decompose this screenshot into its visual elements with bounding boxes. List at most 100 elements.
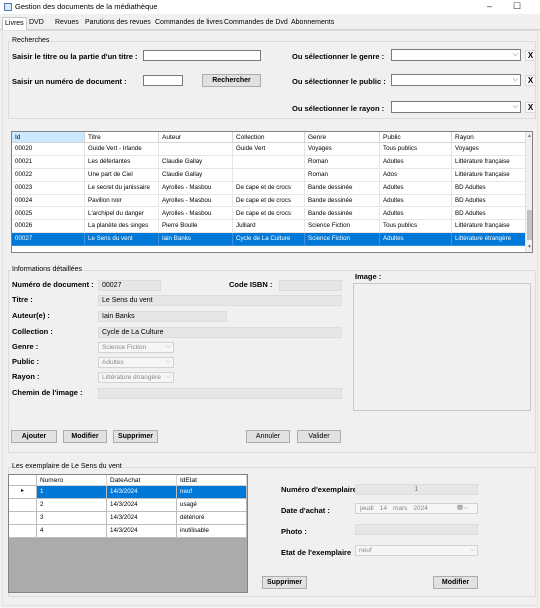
clear-public-button[interactable]: X [525,75,536,86]
cell-genre[interactable]: Bande dessinée [305,181,380,195]
cell-public[interactable]: Adultes [380,207,452,221]
valider-button[interactable]: Valider [297,430,341,443]
cell-titre[interactable]: La planète des singes [85,220,159,234]
cell-auteur[interactable] [159,143,233,156]
rayon-filter-select[interactable]: ⌵ [391,101,521,113]
cell-titre[interactable]: Le Sens du vent [85,233,159,247]
cell-collection[interactable]: De cape et de crocs [233,207,305,221]
cell-public[interactable]: Ados [380,168,452,182]
cell-titre[interactable]: Une part de Ciel [85,168,159,182]
tab-livres[interactable]: Livres [2,17,27,30]
cell-auteur[interactable]: Iain Banks [159,233,233,247]
cell-public[interactable]: Adultes [380,155,452,169]
cell-titre[interactable]: L'archipel du danger [85,207,159,221]
col-header-collection[interactable]: Collection [233,132,305,143]
tab-parutions[interactable]: Parutions des revues [83,17,153,30]
tab-commandes-livres[interactable]: Commandes de livres [153,17,225,30]
col-header-genre[interactable]: Genre [305,132,380,143]
exemplaire-cell-dateachat[interactable]: 14/3/2024 [107,486,177,499]
cell-collection[interactable]: De cape et de crocs [233,194,305,208]
cell-collection[interactable]: Cycle de La Culture [233,233,305,247]
exemplaire-cell-dateachat[interactable]: 14/3/2024 [107,525,177,538]
genre-filter-select[interactable]: ⌵ [391,49,521,61]
cell-genre[interactable]: Roman [305,155,380,169]
search-button[interactable]: Rechercher [202,74,261,87]
cell-id[interactable]: 00021 [12,155,85,169]
col-header-numero[interactable]: Numero [37,475,107,486]
cell-id[interactable]: 00020 [12,143,85,156]
cell-collection[interactable]: De cape et de crocs [233,181,305,195]
cell-id[interactable]: 00022 [12,168,85,182]
table-row[interactable]: 00021 Les déferlantes Claudie Gallay Roman A… [12,155,526,169]
table-row[interactable]: 00023 Le secret du janissaire Ayrolles - M… [12,181,526,195]
modifier-exemplaire-button[interactable]: Modifier [433,576,478,589]
cell-id[interactable]: 00027 [12,233,85,247]
public-filter-select[interactable]: ⌵ [391,74,521,86]
col-header-id[interactable]: Id [12,132,85,143]
table-row[interactable]: 00026 La planète des singes Pierre Boulle J… [12,220,526,234]
table-row[interactable]: 00027 Le Sens du vent Iain Banks Cycle de L… [12,233,526,247]
cell-collection[interactable] [233,155,305,169]
cell-genre[interactable]: Roman [305,168,380,182]
exemplaire-cell-numero[interactable]: 3 [37,512,107,525]
col-header-auteur[interactable]: Auteur [159,132,233,143]
cell-rayon[interactable]: Littérature française [452,168,526,182]
rayon-select[interactable]: Littérature étrangère ⌵ [98,372,174,383]
cell-titre[interactable]: Guide Vert - Irlande [85,143,159,156]
cell-rayon[interactable]: BD Adultes [452,181,526,195]
cell-auteur[interactable]: Ayrolles - Masbou [159,181,233,195]
exemplaire-cell-dateachat[interactable]: 14/3/2024 [107,512,177,525]
cell-auteur[interactable]: Claudie Gallay [159,168,233,182]
cell-id[interactable]: 00024 [12,194,85,208]
cell-public[interactable]: Adultes [380,233,452,247]
tab-dvd[interactable]: DVD [27,17,46,30]
cell-id[interactable]: 00026 [12,220,85,234]
exemplaire-cell-idetat[interactable]: inutilisable [177,525,247,538]
calendar-icon[interactable]: ▦⌵ [457,504,468,512]
scroll-thumb[interactable] [527,210,532,240]
date-achat-picker[interactable]: jeudi 14 mars 2024 ▦⌵ [355,503,478,514]
exemplaire-cell-numero[interactable]: 2 [37,499,107,512]
col-header-titre[interactable]: Titre [85,132,159,143]
cell-rayon[interactable]: BD Adultes [452,194,526,208]
annuler-button[interactable]: Annuler [246,430,290,443]
scroll-down-icon[interactable]: ▼ [526,243,532,252]
table-row[interactable]: 00024 Pavillon noir Ayrolles - Masbou De ca… [12,194,526,208]
tab-commandes-dvd[interactable]: Commandes de Dvd [222,17,290,30]
minimize-button[interactable]: – [487,1,492,11]
tab-revues[interactable]: Revues [53,17,81,30]
table-row[interactable]: 00022 Une part de Ciel Claudie Gallay Roman… [12,168,526,182]
cell-public[interactable]: Tous publics [380,143,452,156]
ajouter-button[interactable]: Ajouter [11,430,57,443]
row-header[interactable] [9,499,37,512]
exemplaire-cell-numero[interactable]: 1 [37,486,107,499]
cell-genre[interactable]: Voyages [305,143,380,156]
cell-rayon[interactable]: Voyages [452,143,526,156]
cell-id[interactable]: 00025 [12,207,85,221]
exemplaire-cell-idetat[interactable]: usagé [177,499,247,512]
cell-auteur[interactable]: Ayrolles - Masbou [159,207,233,221]
tab-abonnements[interactable]: Abonnements [289,17,336,30]
cell-collection[interactable]: Guide Vert [233,143,305,156]
cell-genre[interactable]: Bande dessinée [305,194,380,208]
cell-collection[interactable] [233,168,305,182]
cell-rayon[interactable]: Littérature française [452,155,526,169]
cell-rayon[interactable]: Littérature étrangère [452,233,526,247]
exemplaire-cell-idetat[interactable]: neuf [177,486,247,499]
cell-public[interactable]: Tous publics [380,220,452,234]
scroll-up-icon[interactable]: ▲ [526,132,532,141]
modifier-button[interactable]: Modifier [63,430,107,443]
maximize-button[interactable]: ☐ [513,1,521,12]
cell-genre[interactable]: Science Fiction [305,220,380,234]
doc-number-input[interactable] [143,75,183,86]
col-header-dateachat[interactable]: DateAchat [107,475,177,486]
title-search-input[interactable] [143,50,261,61]
cell-public[interactable]: Adultes [380,194,452,208]
row-header[interactable] [9,512,37,525]
cell-rayon[interactable]: BD Adultes [452,207,526,221]
cell-auteur[interactable]: Claudie Gallay [159,155,233,169]
cell-titre[interactable]: Les déferlantes [85,155,159,169]
col-header-public[interactable]: Public [380,132,452,143]
row-header[interactable] [9,525,37,538]
cell-genre[interactable]: Bande dessinée [305,207,380,221]
